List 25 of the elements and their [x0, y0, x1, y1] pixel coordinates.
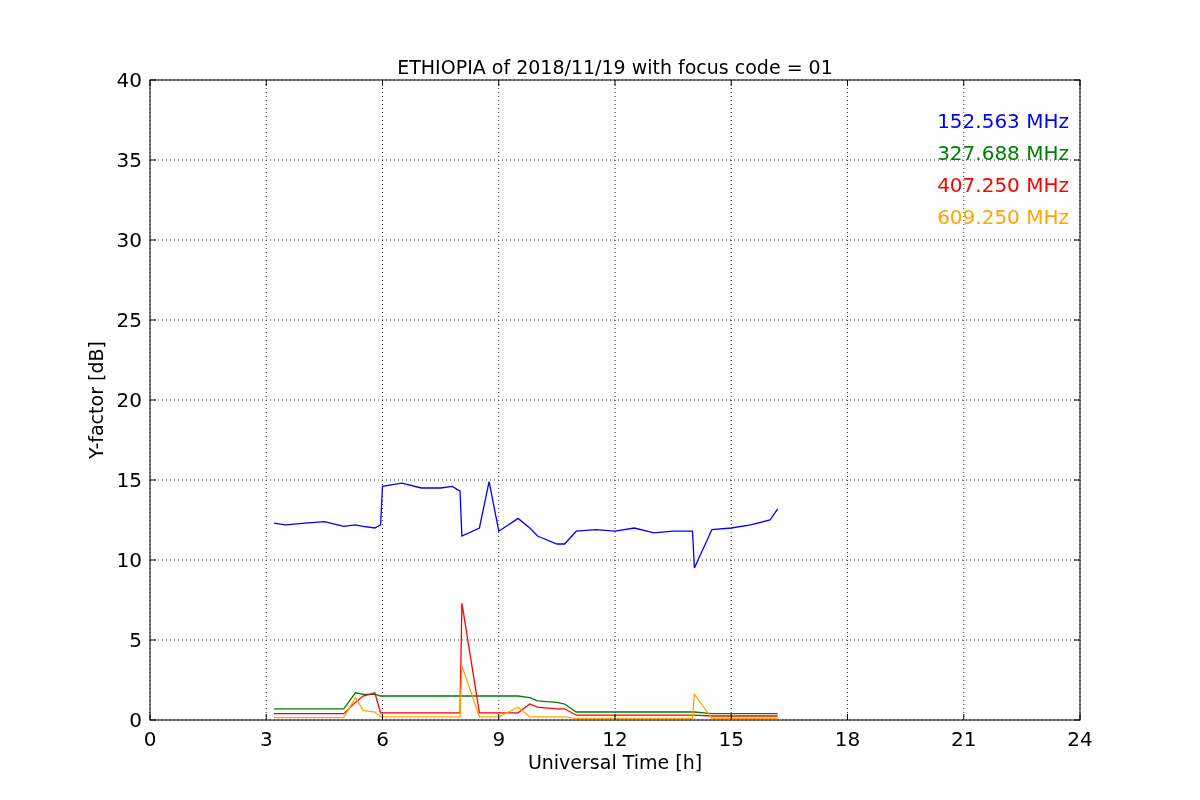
y-tick-label: 0 — [129, 708, 142, 732]
y-axis-title: Y-factor [dB] — [85, 341, 107, 459]
y-tick-label: 10 — [116, 548, 142, 572]
x-tick-label: 3 — [259, 727, 273, 751]
x-tick-label: 9 — [492, 727, 506, 751]
y-tick-label: 25 — [116, 308, 142, 332]
y-tick-label: 30 — [116, 228, 142, 252]
x-tick-label: 0 — [143, 727, 157, 751]
x-tick-label: 18 — [834, 727, 861, 751]
legend-label: 152.563 MHz — [937, 109, 1069, 133]
x-axis-title: Universal Time [h] — [527, 751, 703, 773]
x-tick-label: 24 — [1067, 727, 1093, 751]
legend-label: 609.250 MHz — [937, 205, 1069, 229]
chart-title: ETHIOPIA of 2018/11/19 with focus code = 01 — [397, 56, 833, 78]
legend-label: 327.688 MHz — [937, 141, 1069, 165]
x-tick-label: 15 — [718, 727, 744, 751]
x-tick-label: 21 — [951, 727, 977, 751]
x-tick-label: 12 — [602, 727, 628, 751]
y-tick-label: 20 — [116, 388, 142, 412]
y-tick-label: 5 — [129, 628, 142, 652]
x-tick-label: 6 — [376, 727, 389, 751]
y-tick-label: 15 — [116, 468, 142, 492]
legend-label: 407.250 MHz — [937, 173, 1069, 197]
y-tick-label: 35 — [116, 148, 142, 172]
y-tick-label: 40 — [116, 68, 142, 92]
